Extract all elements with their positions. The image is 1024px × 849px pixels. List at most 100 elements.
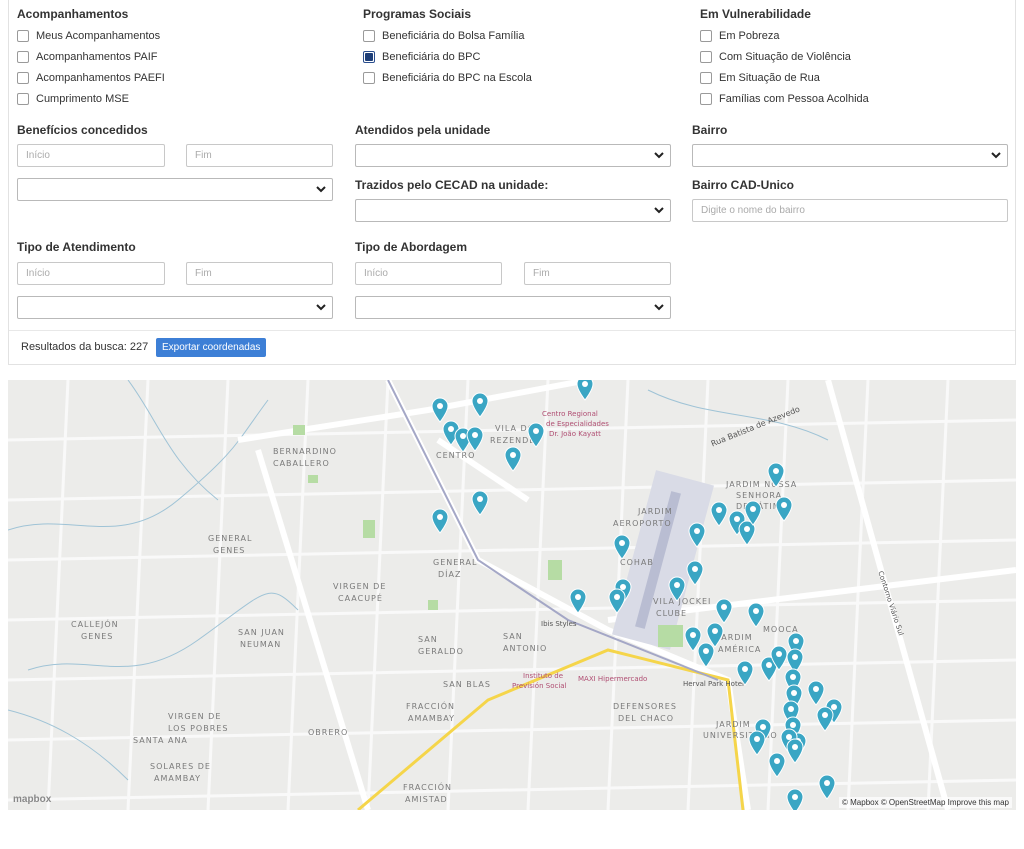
tipo-atendimento-end-input[interactable]: Fim [186,262,333,285]
checkbox[interactable] [363,71,375,84]
checkbox[interactable] [17,71,29,84]
checkbox-row[interactable]: Acompanhamentos PAIF [17,46,337,67]
map-label: NEUMAN [240,640,282,649]
results-footer: Resultados da busca: 227 Exportar coorde… [9,330,1015,364]
checkbox[interactable] [363,29,375,42]
checkbox-row[interactable]: Famílias com Pessoa Acolhida [700,88,1015,109]
programas-group: Programas Sociais Beneficiária do Bolsa … [363,6,683,88]
checkbox-row[interactable]: Beneficiária do Bolsa Família [363,25,683,46]
chevron-down-icon [991,152,1001,159]
map-label: GENES [213,546,246,555]
map-label: FRACCIÓN [406,702,455,711]
checkbox[interactable] [17,50,29,63]
map-attribution[interactable]: © Mapbox © OpenStreetMap Improve this ma… [839,797,1012,808]
checkbox-label: Com Situação de Violência [719,50,851,63]
map-pin-icon[interactable] [686,560,704,586]
map-pin-icon[interactable] [697,642,715,668]
map-pin-icon[interactable] [431,508,449,534]
map-pin-icon[interactable] [786,788,804,810]
map-pin-icon[interactable] [668,576,686,602]
map-pin-icon[interactable] [504,446,522,472]
map-label: MAXI Hipermercado [578,675,648,683]
map-label: CAACUPÉ [338,594,383,603]
checkbox-row[interactable]: Com Situação de Violência [700,46,1015,67]
map-label: GENERAL [208,534,253,543]
map-pin-icon[interactable] [527,422,545,448]
checkbox-row[interactable]: Acompanhamentos PAEFI [17,67,337,88]
checkbox[interactable] [700,50,712,63]
map-pin-icon[interactable] [466,426,484,452]
tipo-abordagem-end-input[interactable]: Fim [524,262,671,285]
tipo-abordagem-start-input[interactable]: Início [355,262,502,285]
beneficios-start-input[interactable]: Início [17,144,165,167]
checkbox[interactable] [700,92,712,105]
map-pin-icon[interactable] [613,534,631,560]
checkbox-row[interactable]: Cumprimento MSE [17,88,337,109]
checkbox[interactable] [17,29,29,42]
map-pin-icon[interactable] [786,738,804,764]
beneficios-select[interactable] [17,178,333,201]
map-label: SAN [503,632,523,641]
checkbox[interactable] [363,50,375,63]
tipo-atendimento-start-input[interactable]: Início [17,262,165,285]
checkbox-row[interactable]: Beneficiária do BPC [363,46,683,67]
map-pin-icon[interactable] [715,598,733,624]
map-pin-icon[interactable] [747,602,765,628]
tipo-atendimento-select[interactable] [17,296,333,319]
map-pin-icon[interactable] [775,496,793,522]
map-pin-icon[interactable] [807,680,825,706]
atendidos-select[interactable] [355,144,671,167]
acompanhamentos-group: Acompanhamentos Meus Acompanhamentos Acom… [17,6,337,109]
map-pin-icon[interactable] [688,522,706,548]
map-pin-icon[interactable] [768,752,786,778]
checkbox-label: Em Situação de Rua [719,71,820,84]
map-label: DEL CHACO [618,714,675,723]
map-pin-icon[interactable] [818,774,836,800]
map-pin-icon[interactable] [569,588,587,614]
map-label: JARDIM NOSSA [726,480,798,489]
checkbox-row[interactable]: Em Situação de Rua [700,67,1015,88]
map-label: CABALLERO [273,459,330,468]
map-label: DÍAZ [438,570,462,579]
map-label: BERNARDINO [273,447,337,456]
checkbox-row[interactable]: Em Pobreza [700,25,1015,46]
map-pin-icon[interactable] [744,500,762,526]
checkbox[interactable] [17,92,29,105]
bairro-select[interactable] [692,144,1008,167]
cecad-select[interactable] [355,199,671,222]
map-label: DEFENSORES [613,702,677,711]
map-pin-icon[interactable] [471,392,489,418]
map-pin-icon[interactable] [748,730,766,756]
checkbox[interactable] [700,71,712,84]
map-label: de Especialidades [546,420,609,428]
map-pin-icon[interactable] [736,660,754,686]
map-label: AMÉRICA [718,645,762,654]
bairro-cad-input[interactable]: Digite o nome do bairro [692,199,1008,222]
checkbox-label: Famílias com Pessoa Acolhida [719,92,869,105]
checkbox-label: Beneficiária do Bolsa Família [382,29,525,42]
map-pin-icon[interactable] [816,706,834,732]
tipo-abordagem-select[interactable] [355,296,671,319]
checkbox[interactable] [700,29,712,42]
map-label: SAN BLAS [443,680,491,689]
export-coordinates-button[interactable]: Exportar coordenadas [156,338,267,357]
tipo-atendimento-title: Tipo de Atendimento [17,240,136,254]
map-label: Previsión Social [512,682,567,690]
map-pin-icon[interactable] [767,462,785,488]
bairro-title: Bairro [692,123,728,137]
map-label: JARDIM [716,720,751,729]
checkbox-row[interactable]: Meus Acompanhamentos [17,25,337,46]
beneficios-title: Benefícios concedidos [17,123,148,137]
map-label: Herval Park Hotel [683,680,744,688]
map-label: ANTONIO [503,644,548,653]
map-pin-icon[interactable] [710,501,728,527]
map-pin-icon[interactable] [471,490,489,516]
checkbox-row[interactable]: Beneficiária do BPC na Escola [363,67,683,88]
map-pin-icon[interactable] [576,380,594,401]
beneficios-end-input[interactable]: Fim [186,144,333,167]
chevron-down-icon [316,304,326,311]
checkbox-label: Acompanhamentos PAEFI [36,71,165,84]
map-label: LOS POBRES [168,724,229,733]
map-pin-icon[interactable] [608,588,626,614]
map[interactable]: BERNARDINO CABALLERO GENERAL GENES VIRGEN DE… [8,380,1016,810]
